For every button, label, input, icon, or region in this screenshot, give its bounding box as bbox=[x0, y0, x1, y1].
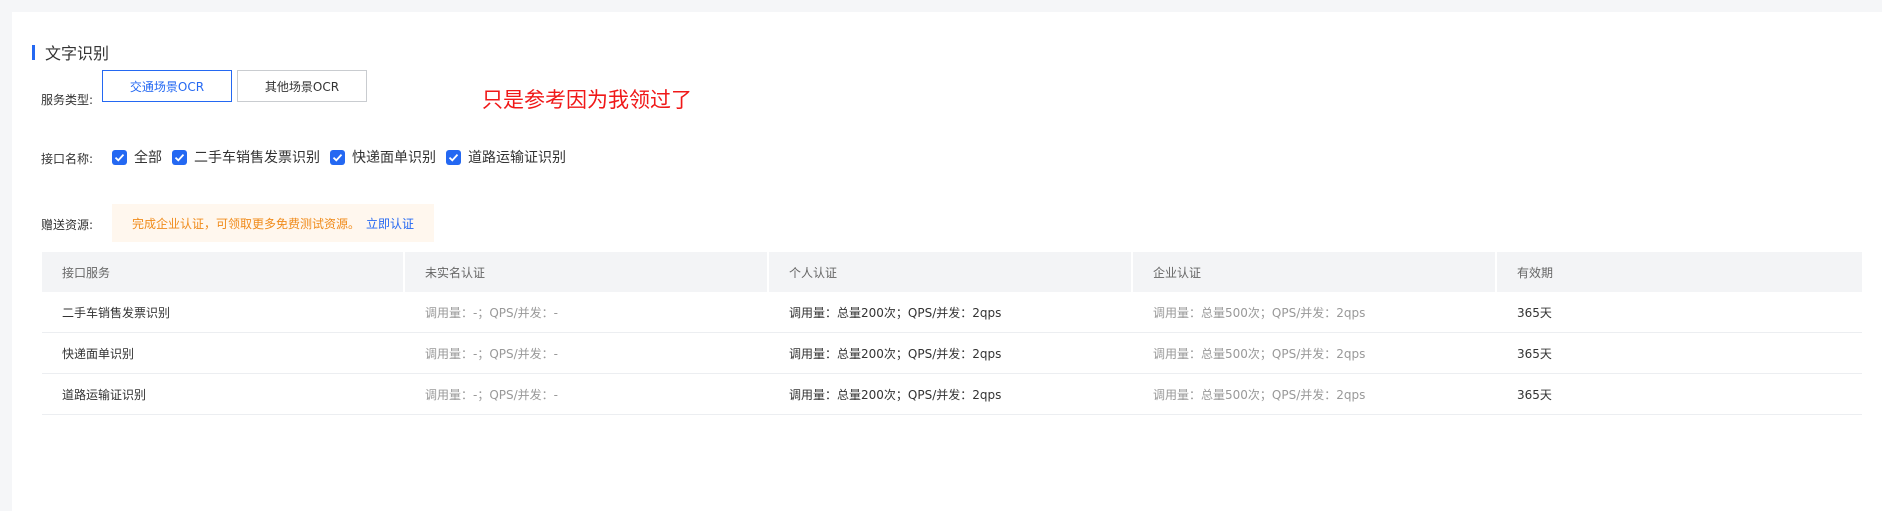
checkbox-label: 全部 bbox=[134, 150, 162, 166]
checkbox-all[interactable]: 全部 bbox=[112, 147, 162, 167]
table-cell: 调用量：总量200次；QPS/并发：2qps bbox=[789, 305, 1002, 320]
checkbox-express-waybill[interactable]: 快递面单识别 bbox=[330, 147, 436, 167]
interface-checkbox-group: 全部 二手车销售发票识别 快递面单识别 道路运输证识别 bbox=[112, 147, 576, 167]
gift-resources-label: 赠送资源: bbox=[41, 218, 94, 232]
table-cell: 调用量：总量500次；QPS/并发：2qps bbox=[1153, 305, 1366, 320]
gift-notice-banner: 完成企业认证，可领取更多免费测试资源。 立即认证 bbox=[112, 204, 435, 242]
table-cell: 365天 bbox=[1517, 346, 1552, 361]
gift-notice-text: 完成企业认证，可领取更多免费测试资源。 bbox=[132, 216, 361, 231]
checkbox-used-car-invoice[interactable]: 二手车销售发票识别 bbox=[172, 147, 320, 167]
table-cell: 365天 bbox=[1517, 387, 1552, 402]
checkbox-label: 快递面单识别 bbox=[352, 150, 436, 166]
table-header-cell: 个人认证 bbox=[769, 252, 1133, 292]
service-type-label: 服务类型: bbox=[41, 93, 94, 107]
title-accent-bar bbox=[32, 44, 35, 60]
section-title-text: 文字识别 bbox=[45, 44, 110, 63]
table-cell: 快递面单识别 bbox=[62, 346, 135, 361]
annotation-note: 只是参考因为我领过了 bbox=[482, 88, 692, 112]
table-cell: 365天 bbox=[1517, 305, 1552, 320]
table-cell: 调用量：总量200次；QPS/并发：2qps bbox=[789, 387, 1002, 402]
checkbox-checked-icon[interactable] bbox=[112, 149, 127, 165]
table-header-cell: 企业认证 bbox=[1133, 252, 1497, 292]
table-cell: 调用量：总量200次；QPS/并发：2qps bbox=[789, 346, 1002, 361]
table-row: 道路运输证识别 调用量：-；QPS/并发：- 调用量：总量200次；QPS/并发… bbox=[42, 374, 1862, 415]
service-type-other-ocr-button[interactable]: 其他场景OCR bbox=[237, 70, 367, 102]
checkbox-checked-icon[interactable] bbox=[330, 149, 345, 165]
table-cell: 调用量：-；QPS/并发：- bbox=[425, 305, 559, 320]
table-header-cell: 接口服务 bbox=[42, 252, 405, 292]
table-cell: 调用量：-；QPS/并发：- bbox=[425, 346, 559, 361]
checkbox-label: 道路运输证识别 bbox=[468, 150, 566, 166]
table-header-cell: 有效期 bbox=[1517, 265, 1554, 280]
checkbox-label: 二手车销售发票识别 bbox=[194, 150, 320, 166]
verify-now-link[interactable]: 立即认证 bbox=[366, 215, 414, 232]
table-header: 接口服务 未实名认证 个人认证 企业认证 有效期 bbox=[42, 252, 1862, 292]
table-cell: 调用量：-；QPS/并发：- bbox=[425, 387, 559, 402]
checkbox-checked-icon[interactable] bbox=[172, 149, 187, 165]
section-title: 文字识别 bbox=[32, 40, 109, 64]
table-cell: 调用量：总量500次；QPS/并发：2qps bbox=[1153, 346, 1366, 361]
table-cell: 二手车销售发票识别 bbox=[62, 305, 171, 320]
service-type-traffic-ocr-button[interactable]: 交通场景OCR bbox=[102, 70, 232, 102]
content-card: 文字识别 服务类型: 交通场景OCR 其他场景OCR 只是参考因为我领过了 接口… bbox=[12, 12, 1882, 511]
checkbox-road-transport-cert[interactable]: 道路运输证识别 bbox=[446, 147, 566, 167]
table-row: 二手车销售发票识别 调用量：-；QPS/并发：- 调用量：总量200次；QPS/… bbox=[42, 292, 1862, 333]
table-cell: 调用量：总量500次；QPS/并发：2qps bbox=[1153, 387, 1366, 402]
table-header-cell: 未实名认证 bbox=[405, 252, 769, 292]
table-row: 快递面单识别 调用量：-；QPS/并发：- 调用量：总量200次；QPS/并发：… bbox=[42, 333, 1862, 374]
table-cell: 道路运输证识别 bbox=[62, 387, 147, 402]
quota-table: 接口服务 未实名认证 个人认证 企业认证 有效期 二手车销售发票识别 调用量：-… bbox=[42, 252, 1862, 415]
interface-name-label: 接口名称: bbox=[41, 152, 94, 166]
checkbox-checked-icon[interactable] bbox=[446, 149, 461, 165]
